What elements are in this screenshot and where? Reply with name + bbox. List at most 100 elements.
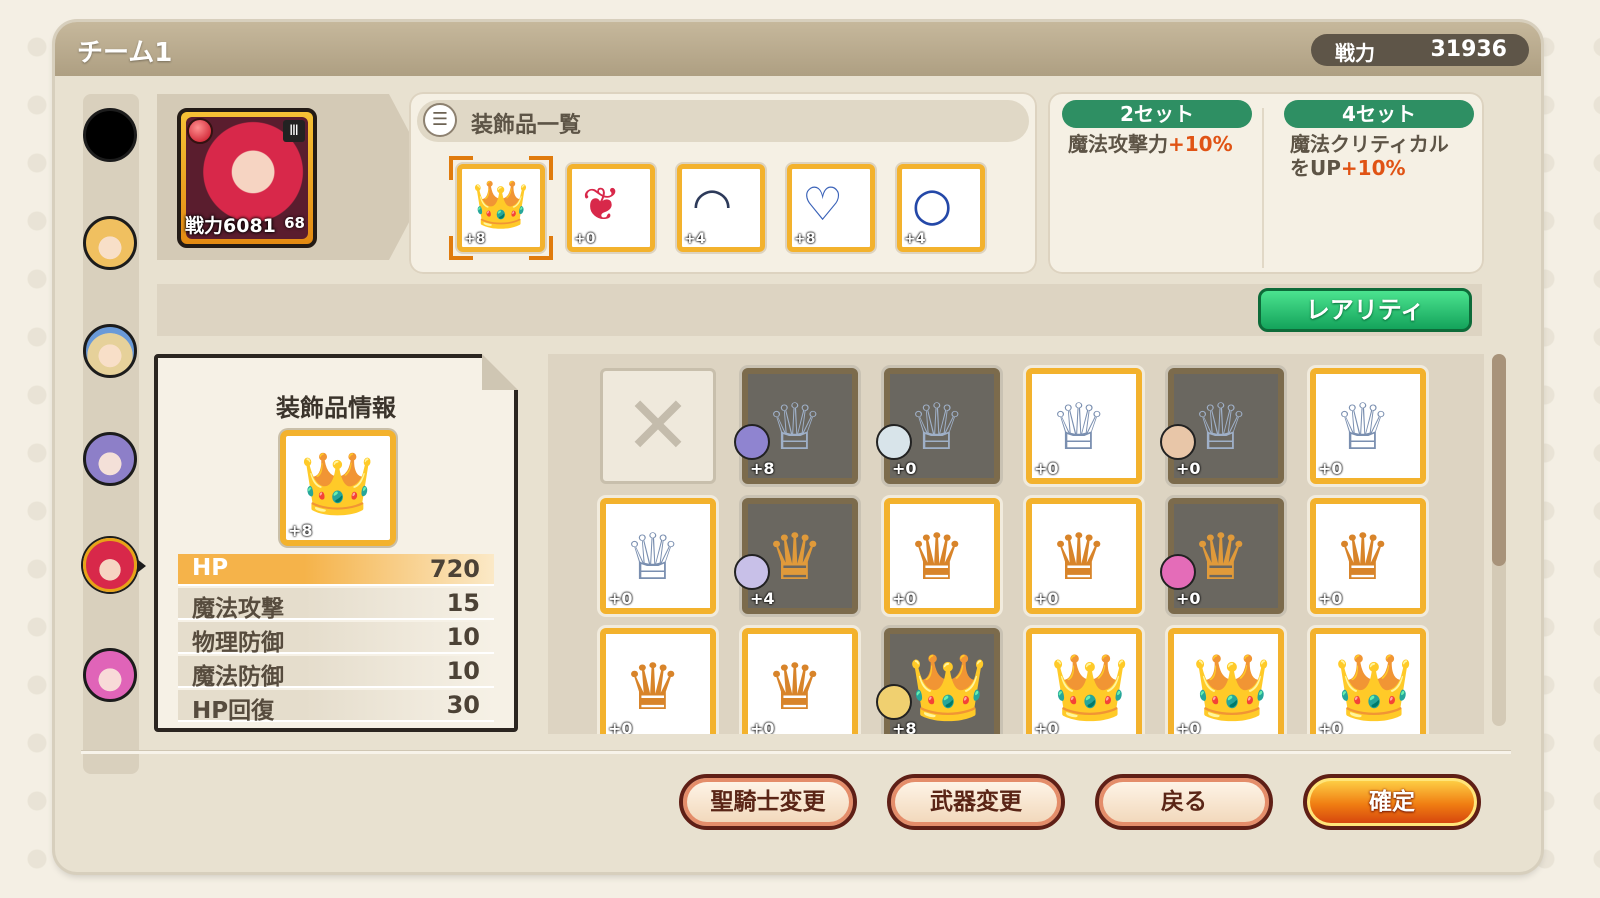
inventory-cell[interactable]: 👑 +0 xyxy=(1168,628,1284,734)
inventory-cell[interactable]: 👑 +0 xyxy=(1026,628,1142,734)
inventory-cell[interactable]: ♕ +0 xyxy=(1026,368,1142,484)
green-tiara-icon: ♕ xyxy=(624,521,682,595)
accessory-slot-necklace[interactable]: ◠ +4 xyxy=(677,164,765,252)
inventory-cell[interactable]: ♛ +0 xyxy=(600,628,716,734)
stat-row: 物理防御 10 xyxy=(178,622,494,656)
cell-plus: +8 xyxy=(892,719,917,734)
gold-tiara-icon: ♛ xyxy=(766,521,824,595)
owner-avatar xyxy=(734,554,770,590)
stat-name: 魔法防御 xyxy=(192,664,284,690)
stat-value: 10 xyxy=(446,657,480,685)
stat-value: 15 xyxy=(446,589,480,617)
inventory-cell[interactable]: ♛ +0 xyxy=(1310,498,1426,614)
blue-tiara-icon: 👑 xyxy=(1334,651,1414,725)
member-avatar-5-selected[interactable] xyxy=(83,538,146,592)
slot-plus: +4 xyxy=(904,231,926,247)
inventory-cell[interactable]: ♛ +4 xyxy=(734,498,858,614)
inventory-cell[interactable]: 👑 +0 xyxy=(1310,628,1426,734)
cell-plus: +0 xyxy=(750,719,775,734)
two-set-effect: 魔法攻撃力+10% xyxy=(1068,132,1233,156)
accessory-list-title: 装飾品一覧 xyxy=(471,113,582,138)
rarity-sort-button[interactable]: レアリティ xyxy=(1258,288,1472,332)
slot-plus: +0 xyxy=(574,231,596,247)
back-button[interactable]: 戻る xyxy=(1095,774,1273,830)
two-set-text: 魔法攻撃力 xyxy=(1068,132,1168,156)
cell-plus: +0 xyxy=(1034,589,1059,608)
member-avatar-6[interactable] xyxy=(83,648,137,702)
grid-scrollbar-thumb[interactable] xyxy=(1492,354,1506,566)
inventory-cell[interactable]: ♛ +0 xyxy=(1026,498,1142,614)
accessory-list-panel: ☰ 装飾品一覧 👑 +8 ❦ +0 ◠ +4 ♡ +8 ○ +4 xyxy=(409,92,1037,274)
inventory-cell[interactable]: 👑 +8 xyxy=(876,628,1000,734)
stat-name: HP xyxy=(192,555,229,581)
blue-tiara-icon: 👑 xyxy=(908,651,988,725)
four-set-label: 4セット xyxy=(1284,100,1474,128)
page-fold xyxy=(482,354,518,390)
inventory-cell[interactable]: ♛ +0 xyxy=(1160,498,1284,614)
selection-corner xyxy=(449,236,473,260)
green-tiara-icon: ♕ xyxy=(1050,391,1108,465)
change-knight-button[interactable]: 聖騎士変更 xyxy=(679,774,857,830)
accessory-info-title: 装飾品情報 xyxy=(276,394,396,422)
owner-avatar xyxy=(1160,554,1196,590)
ring-icon: ○ xyxy=(912,177,953,231)
inventory-cell[interactable]: ♕ +0 xyxy=(1160,368,1284,484)
stat-name: 物理防御 xyxy=(192,630,284,656)
stat-value: 30 xyxy=(446,691,480,719)
cell-plus: +8 xyxy=(750,459,775,478)
owner-avatar xyxy=(876,684,912,720)
list-icon[interactable]: ☰ xyxy=(423,103,457,137)
character-panel: Ⅲ 戦力6081 68 xyxy=(157,94,433,260)
stat-row: 魔法防御 10 xyxy=(178,656,494,690)
stat-row: 魔法攻撃 15 xyxy=(178,588,494,622)
confirm-button[interactable]: 確定 xyxy=(1303,774,1481,830)
cell-plus: +0 xyxy=(1034,719,1059,734)
four-set-text-line1: 魔法クリティカル xyxy=(1290,132,1449,156)
inventory-cell[interactable]: ♛ +0 xyxy=(884,498,1000,614)
character-card[interactable]: Ⅲ 戦力6081 68 xyxy=(177,108,317,248)
member-avatar-3[interactable] xyxy=(83,324,137,378)
cell-plus: +0 xyxy=(1176,589,1201,608)
cell-plus: +0 xyxy=(1034,459,1059,478)
inventory-cell[interactable]: ♕ +0 xyxy=(600,498,716,614)
team-power-value: 31936 xyxy=(1430,37,1507,62)
member-avatar-4[interactable] xyxy=(83,432,137,486)
owner-avatar xyxy=(734,424,770,460)
class-icon: Ⅲ xyxy=(283,120,305,142)
accessory-info-panel: 装飾品情報 👑 +8 HP 720 魔法攻撃 15 物理防御 10 魔法防御 1… xyxy=(154,354,518,732)
tiara-icon: 👑 xyxy=(300,449,375,519)
selection-corner xyxy=(529,236,553,260)
four-set-value: +10% xyxy=(1340,156,1406,180)
remove-icon: ✕ xyxy=(624,379,692,472)
team-window: チーム1 戦力 31936 Ⅲ 戦力6081 68 ☰ 装飾品一覧 👑 +8 ❦… xyxy=(55,22,1541,872)
green-tiara-icon: ♕ xyxy=(766,391,824,465)
team-power-badge: 戦力 31936 xyxy=(1311,34,1529,66)
unequip-cell[interactable]: ✕ xyxy=(600,368,716,484)
stat-value: 10 xyxy=(446,623,480,651)
two-set-label: 2セット xyxy=(1062,100,1252,128)
set-bonus-panel: 2セット 魔法攻撃力+10% 4セット 魔法クリティカル をUP+10% xyxy=(1048,92,1484,274)
selection-corner xyxy=(449,156,473,180)
accessory-slot-earrings[interactable]: ❦ +0 xyxy=(567,164,655,252)
accessory-info-item: 👑 +8 xyxy=(280,430,396,546)
accessory-slot-bracelet[interactable]: ♡ +8 xyxy=(787,164,875,252)
inventory-cell[interactable]: ♛ +0 xyxy=(742,628,858,734)
change-weapon-button[interactable]: 武器変更 xyxy=(887,774,1065,830)
gold-tiara-icon: ♛ xyxy=(1334,521,1392,595)
cell-plus: +0 xyxy=(1318,459,1343,478)
accessory-inventory-grid: ✕ ♕ +8 ♕ +0 ♕ +0 ♕ +0 ♕ +0 ♕ +0 ♛ +4 ♛ +0 ♛ +0 ♛ +… xyxy=(548,354,1484,734)
member-avatar-2[interactable] xyxy=(83,216,137,270)
necklace-icon: ◠ xyxy=(692,177,733,231)
stat-name: HP回復 xyxy=(192,698,275,724)
footer-divider xyxy=(81,750,1511,754)
inventory-cell[interactable]: ♕ +0 xyxy=(1310,368,1426,484)
title-bar: チーム1 戦力 31936 xyxy=(55,22,1541,76)
team-power-label: 戦力 xyxy=(1335,41,1375,65)
gold-tiara-icon: ♛ xyxy=(624,651,682,725)
item-plus: +8 xyxy=(288,521,313,540)
member-avatar-1[interactable] xyxy=(83,108,137,162)
selected-pointer xyxy=(137,559,146,573)
accessory-slot-ring[interactable]: ○ +4 xyxy=(897,164,985,252)
inventory-cell[interactable]: ♕ +8 xyxy=(734,368,858,484)
inventory-cell[interactable]: ♕ +0 xyxy=(876,368,1000,484)
